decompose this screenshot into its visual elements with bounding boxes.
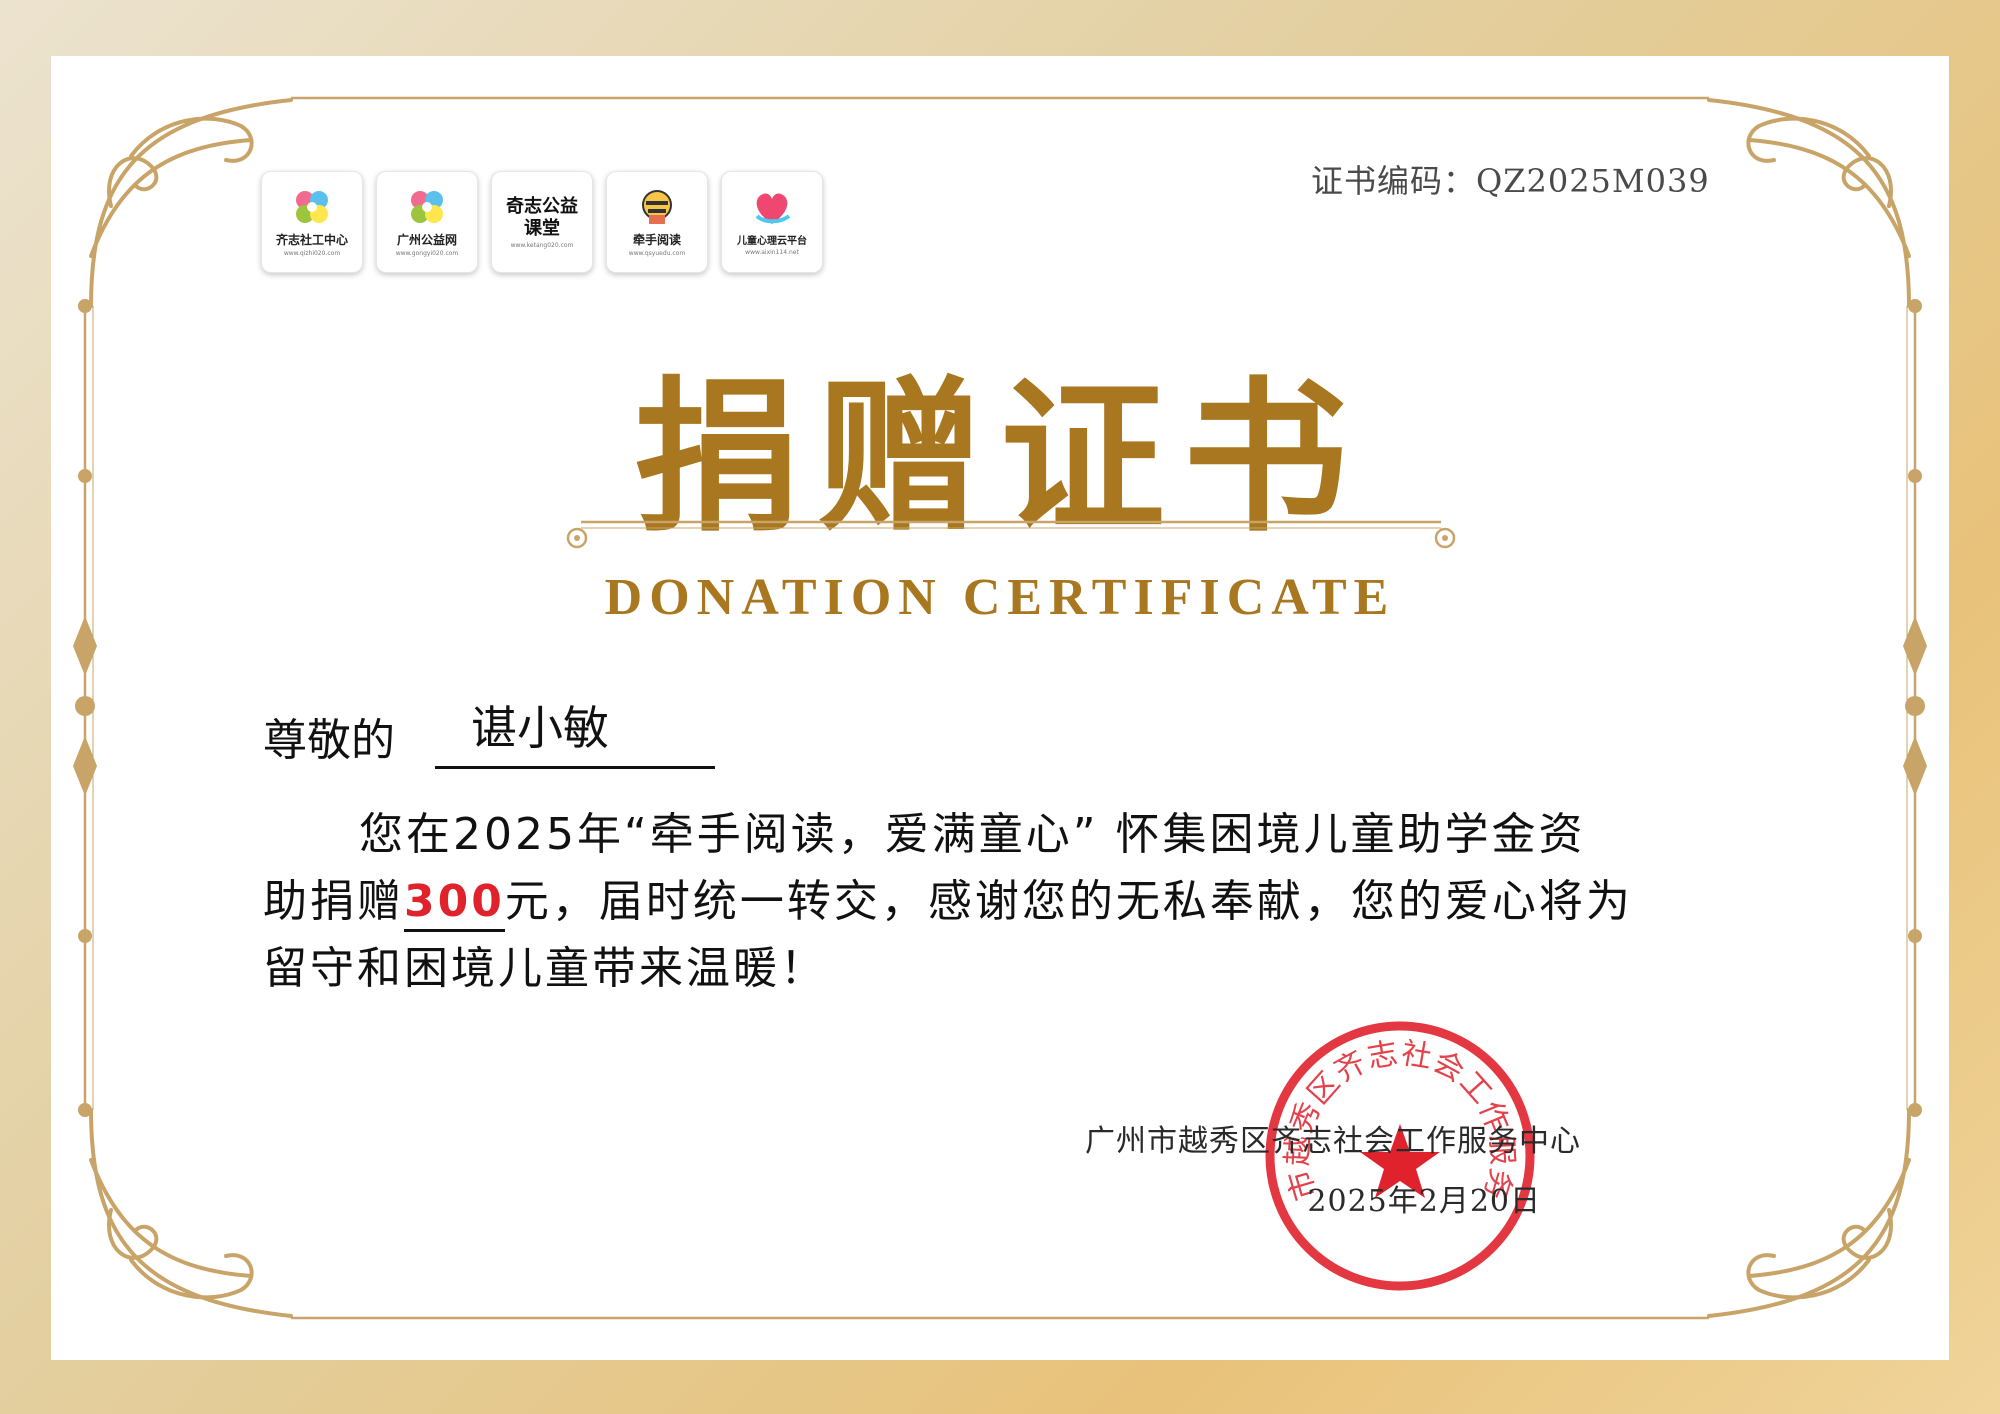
issue-date: 2025年2月20日	[1307, 1184, 1541, 1219]
flower-logo-icon	[411, 191, 443, 223]
title-divider	[566, 520, 1456, 549]
logo-url: www.ketang020.com	[510, 241, 574, 249]
logo-qizhi-classroom: 奇志公益课堂 www.ketang020.com	[491, 171, 593, 273]
logo-label: 牵手阅读	[632, 233, 681, 247]
body-line-2-prefix: 助捐赠	[263, 876, 404, 927]
logo-url: www.aixin114.net	[745, 249, 799, 256]
logo-url: www.qizhi020.com	[283, 250, 341, 257]
donation-amount: 300	[404, 876, 505, 932]
bee-reading-icon	[642, 190, 672, 224]
logo-label: 齐志社工中心	[275, 233, 348, 247]
body-line-3: 留守和困境儿童带来温暖！	[263, 943, 827, 994]
calligraphy-logo: 奇志公益课堂	[506, 195, 578, 239]
logo-guangzhou-gongyi: 广州公益网 www.gongyi020.com	[376, 171, 478, 273]
logo-qizhi-social-work: 齐志社工中心 www.qizhi020.com	[261, 171, 363, 273]
recipient-field: 谌小敏	[435, 696, 715, 769]
flower-logo-icon	[296, 191, 328, 223]
logo-url: www.gongyi020.com	[395, 250, 459, 257]
logo-url: www.qsyuedu.com	[628, 250, 686, 257]
certificate-sheet: 证书编码：QZ2025M039 齐志社工中心 www.qizhi020.com …	[51, 56, 1949, 1360]
logo-label: 儿童心理云平台	[737, 236, 807, 247]
body-line-1: 您在2025年“牵手阅读，爱满童心” 怀集困境儿童助学金资	[359, 809, 1586, 860]
certificate-body: 您在2025年“牵手阅读，爱满童心” 怀集困境儿童助学金资 助捐赠300元，届时…	[263, 801, 1823, 1002]
salutation: 尊敬的	[263, 715, 395, 766]
body-line-2-suffix: 元，届时统一转交，感谢您的无私奉献，您的爱心将为	[504, 876, 1633, 927]
logo-child-psychology: 儿童心理云平台 www.aixin114.net	[721, 171, 823, 273]
recipient-name: 谌小敏	[471, 701, 609, 755]
logo-label: 广州公益网	[396, 233, 457, 247]
partner-logos: 齐志社工中心 www.qizhi020.com 广州公益网 www.gongyi…	[261, 171, 823, 273]
certificate-subtitle: DONATION CERTIFICATE	[604, 569, 1396, 626]
body-line-2: 助捐赠300元，届时统一转交，感谢您的无私奉献，您的爱心将为	[263, 868, 1823, 935]
heart-hand-icon	[755, 193, 791, 224]
certificate-number: 证书编码：QZ2025M039	[1311, 162, 1710, 200]
issuing-organization: 广州市越秀区齐志社会工作服务中心	[1085, 1124, 1581, 1159]
logo-qianshou-reading: 牵手阅读 www.qsyuedu.com	[606, 171, 708, 273]
